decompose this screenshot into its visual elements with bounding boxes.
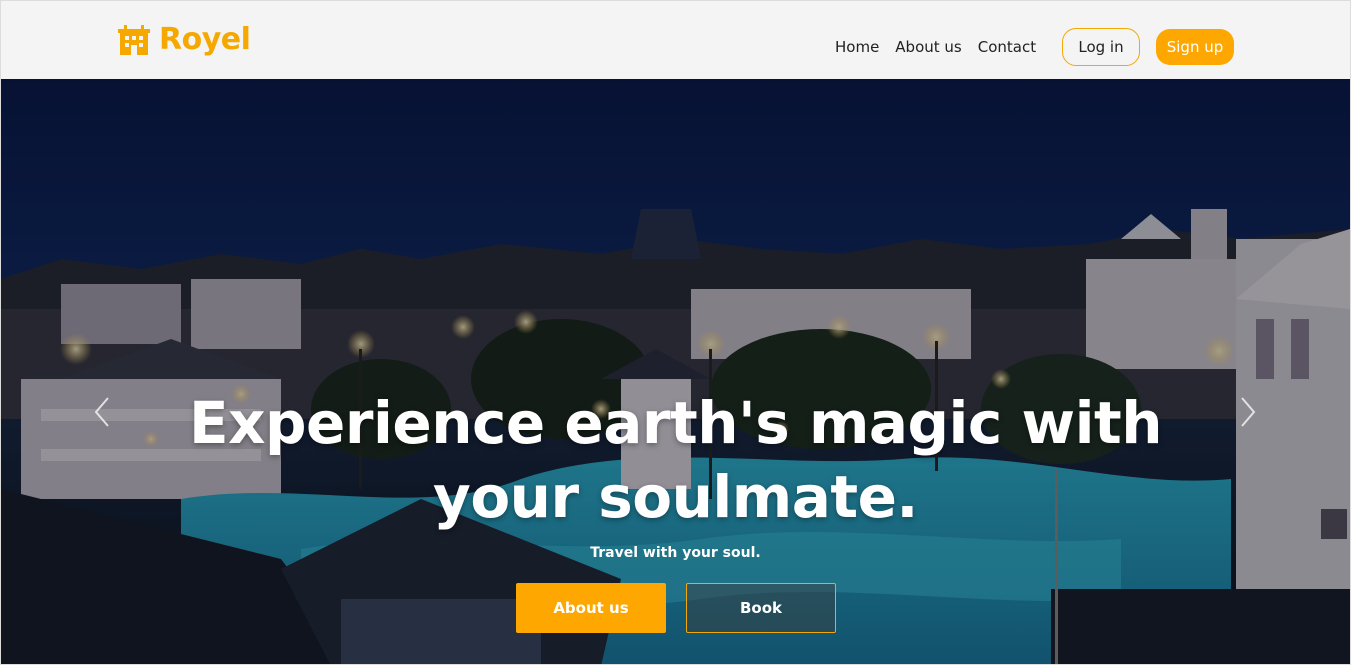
book-button[interactable]: Book (686, 583, 836, 633)
hero-actions: About us Book (516, 583, 836, 633)
about-us-button[interactable]: About us (516, 583, 666, 633)
primary-nav: Home About us Contact (827, 36, 1044, 58)
nav-link-contact[interactable]: Contact (970, 36, 1044, 58)
brand-logo-link[interactable]: Royel (117, 22, 251, 57)
page: Royel Home About us Contact Log in Sign … (0, 0, 1351, 665)
nav-link-about-us[interactable]: About us (887, 36, 969, 58)
nav-link-home[interactable]: Home (827, 36, 887, 58)
hero-subtitle: Travel with your soul. (590, 545, 761, 561)
hero-title: Experience earth's magic with your soulm… (188, 389, 1163, 531)
hero-carousel: Experience earth's magic with your soulm… (1, 79, 1350, 664)
hero-caption: Experience earth's magic with your soulm… (1, 386, 1350, 562)
hotel-building-icon (117, 23, 151, 57)
signup-button[interactable]: Sign up (1156, 29, 1234, 65)
hero-overlay (1, 79, 1350, 664)
login-button[interactable]: Log in (1062, 28, 1140, 66)
brand-name: Royel (159, 22, 251, 57)
navbar: Royel Home About us Contact Log in Sign … (1, 1, 1350, 79)
